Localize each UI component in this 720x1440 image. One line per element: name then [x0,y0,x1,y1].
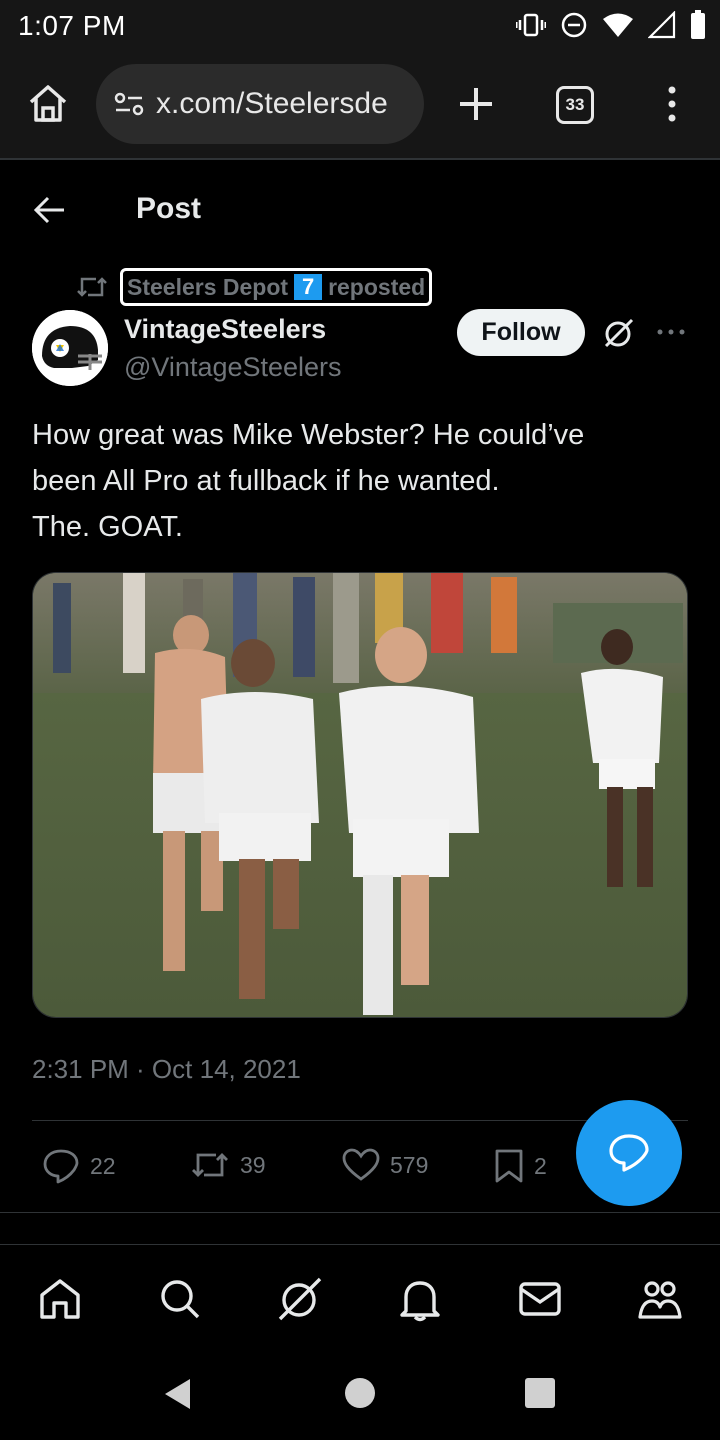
communities-icon[interactable] [636,1275,684,1323]
photo-runners-image [33,573,687,1017]
system-navigation [0,1350,720,1440]
grok-nav-icon[interactable] [276,1275,324,1323]
home-icon[interactable] [36,1275,84,1323]
post-text-line: How great was Mike Webster? He could’ve [32,419,585,451]
new-tab-icon[interactable] [456,84,496,124]
battery-icon [691,10,705,39]
do-not-disturb-icon [561,12,587,38]
more-options-icon[interactable] [656,322,686,342]
system-home-icon[interactable] [344,1377,376,1409]
browser-menu-icon[interactable] [662,84,682,124]
page-header: Post [0,162,720,254]
system-back-icon[interactable] [160,1376,196,1412]
tab-switcher-button[interactable]: 33 [556,86,594,124]
follow-button[interactable]: Follow [457,309,585,356]
reposter-link[interactable]: Steelers Depot 7 reposted [120,268,433,306]
browser-toolbar: x.com/Steelersde 33 [0,50,720,160]
notifications-icon[interactable] [396,1275,444,1323]
author-name[interactable]: VintageSteelers [124,314,326,345]
site-settings-icon[interactable] [112,87,146,121]
reply-button[interactable]: 22 [42,1148,116,1184]
status-bar: 1:07 PM [0,0,720,50]
page-title: Post [136,192,202,225]
back-arrow-icon[interactable] [32,192,68,228]
grok-icon[interactable] [602,316,636,350]
repost-count: 39 [240,1151,266,1178]
bottom-nav [0,1244,720,1350]
status-icons [516,8,706,42]
wifi-icon [603,13,633,37]
chat-bubble-icon [609,1134,649,1172]
search-icon[interactable] [156,1275,204,1323]
post-timestamp[interactable]: 2:31 PM · Oct 14, 2021 [32,1054,301,1085]
bookmark-button[interactable]: 2 [494,1148,547,1184]
author-handle[interactable]: @VintageSteelers [124,352,342,383]
reply-icon [43,1149,79,1184]
post-image[interactable] [32,572,688,1018]
system-recents-icon[interactable] [524,1377,556,1409]
compose-reply-fab[interactable] [576,1100,682,1206]
avatar[interactable] [32,310,108,386]
repost-button[interactable]: 39 [190,1148,266,1182]
signal-icon [648,11,676,39]
post-text-line: The. GOAT. [32,511,183,543]
helmet-logo-icon [32,310,108,386]
messages-icon[interactable] [516,1275,564,1323]
vibrate-icon [516,13,546,37]
like-count: 579 [390,1151,429,1178]
heart-icon [342,1148,380,1181]
repost-suffix: reposted [328,273,426,300]
repost-context: Steelers Depot 7 reposted [76,268,433,306]
bookmark-icon [495,1149,523,1183]
reply-count: 22 [90,1152,116,1179]
repost-icon [77,277,107,297]
browser-home-icon[interactable] [26,82,70,126]
repost-icon [192,1153,228,1177]
divider [0,1212,720,1213]
post-text: How great was Mike Webster? He could’ve … [32,412,692,550]
reposter-badge: 7 [294,274,323,300]
url-text[interactable]: x.com/Steelersde [156,87,388,121]
bookmark-count: 2 [534,1152,547,1179]
url-bar[interactable]: x.com/Steelersde [96,64,424,144]
reposter-name: Steelers Depot [127,273,289,300]
like-button[interactable]: 579 [342,1148,428,1182]
post-text-line: been All Pro at fullback if he wanted. [32,465,500,497]
status-time: 1:07 PM [18,10,126,41]
